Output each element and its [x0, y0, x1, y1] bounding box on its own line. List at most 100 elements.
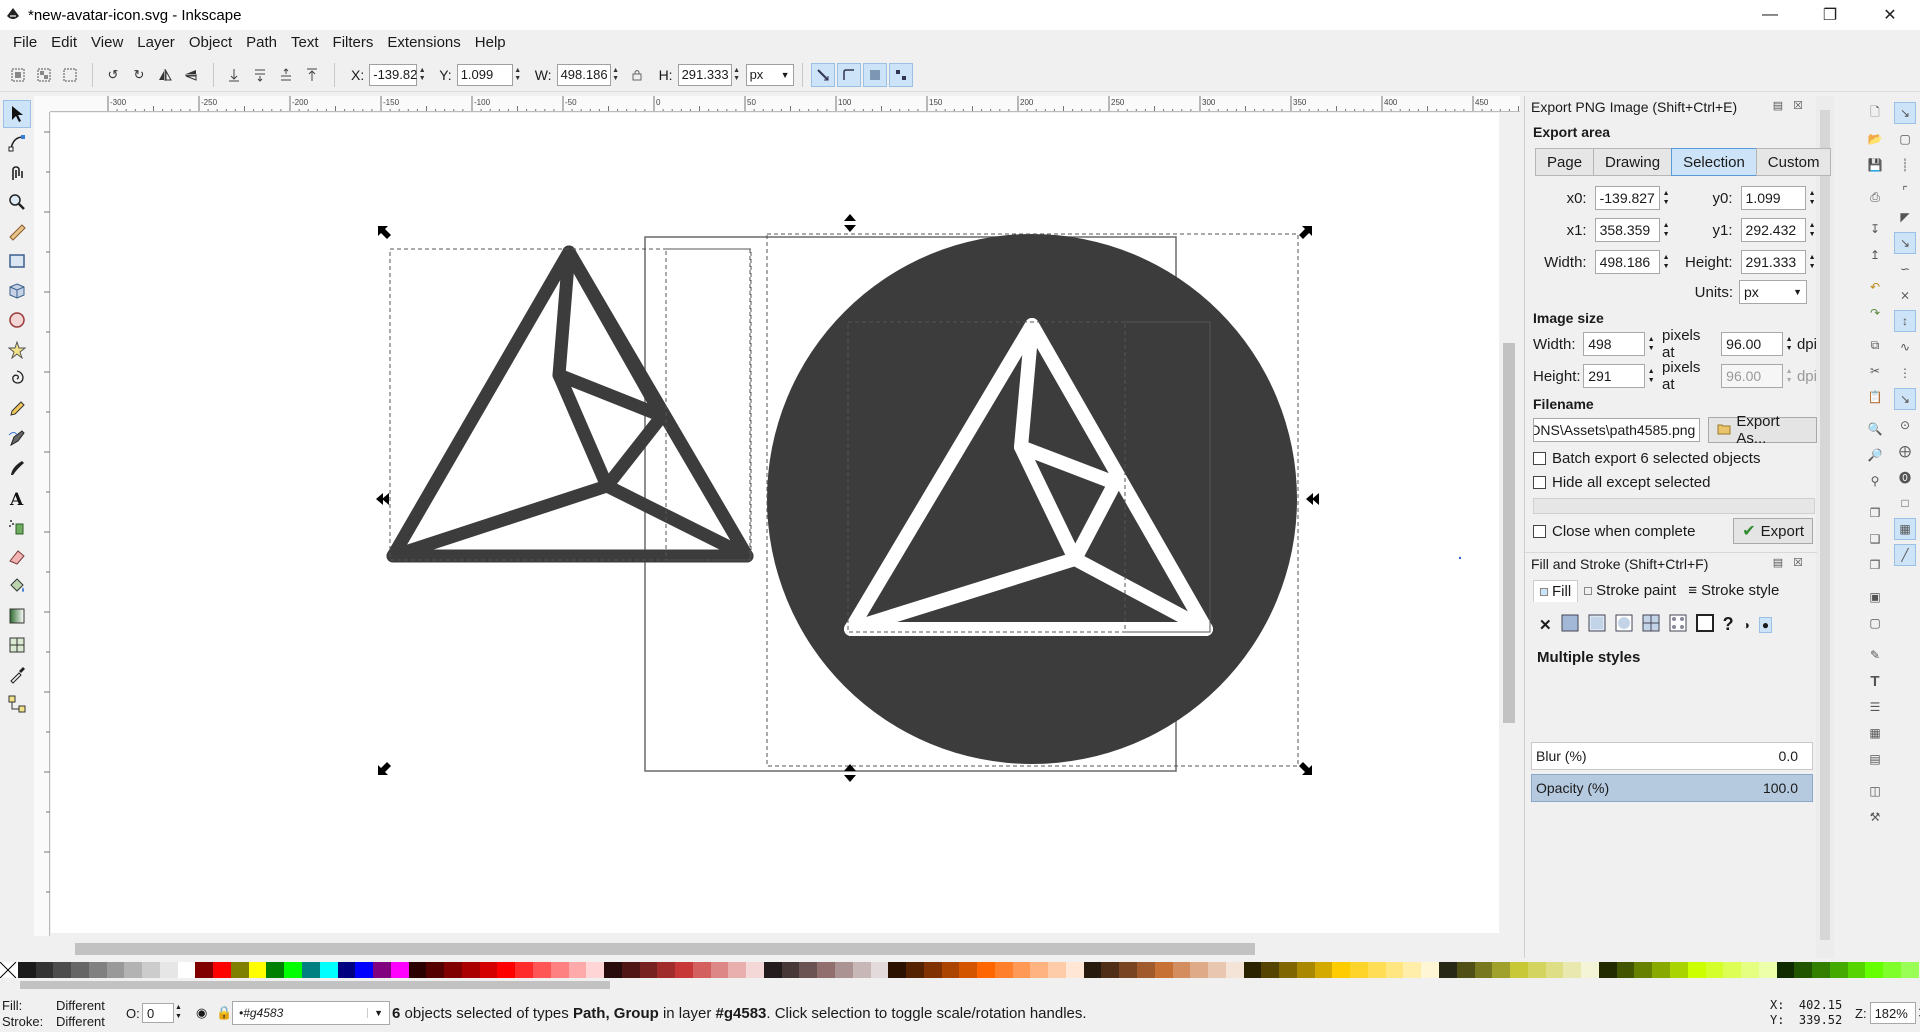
zoom-tool-icon[interactable] — [3, 189, 31, 217]
palette-swatch[interactable] — [1225, 962, 1244, 978]
mesh-gradient-icon[interactable] — [1642, 614, 1660, 635]
unit-select[interactable]: px ▼ — [745, 63, 794, 86]
palette-swatch[interactable] — [124, 962, 143, 978]
new-document-icon[interactable]: 🗋 — [1864, 102, 1886, 124]
palette-swatch[interactable] — [1421, 962, 1440, 978]
palette-swatch[interactable] — [1261, 962, 1280, 978]
snap-bbox-edge-icon[interactable]: ┊ — [1894, 154, 1916, 176]
palette-swatch[interactable] — [1794, 962, 1813, 978]
open-document-icon[interactable]: 📂 — [1864, 128, 1886, 150]
iconify-icon[interactable]: ▤ — [1773, 99, 1783, 112]
copy-icon[interactable]: ⧉ — [1864, 334, 1886, 356]
palette-swatch[interactable] — [266, 962, 285, 978]
x-spinner[interactable]: ▲ ▼ — [417, 64, 427, 86]
palette-swatch[interactable] — [923, 962, 942, 978]
calligraphy-tool-icon[interactable] — [3, 454, 31, 482]
flip-horizontal-icon[interactable] — [153, 63, 177, 87]
palette-swatch[interactable] — [177, 962, 196, 978]
vertical-scrollbar[interactable] — [1499, 113, 1519, 933]
opacity-slider[interactable]: Opacity (%) 100.0 — [1531, 774, 1813, 802]
palette-swatch[interactable] — [1616, 962, 1635, 978]
clone-icon[interactable]: ❑ — [1864, 528, 1886, 550]
tab-fill[interactable]: Fill — [1533, 580, 1579, 602]
zoom-field[interactable]: 182% — [1869, 1002, 1916, 1024]
palette-swatch[interactable] — [1492, 962, 1511, 978]
palette-swatch[interactable] — [568, 962, 587, 978]
export-as-button[interactable]: Export As... — [1708, 413, 1817, 447]
palette-swatch[interactable] — [1776, 962, 1795, 978]
print-icon[interactable]: ⎙ — [1864, 186, 1886, 208]
area-page-button[interactable]: Page — [1535, 148, 1595, 176]
palette-swatch[interactable] — [1101, 962, 1120, 978]
snap-grid-icon[interactable]: ▦ — [1894, 518, 1916, 540]
palette-swatch[interactable] — [88, 962, 107, 978]
area-width-spinner[interactable]: ▲ ▼ — [1661, 253, 1671, 271]
y0-field[interactable]: 1.099 — [1740, 186, 1807, 210]
cut-icon[interactable]: ✂ — [1864, 360, 1886, 382]
opacity-status-spinner[interactable]: ▲ ▼ — [175, 1003, 182, 1021]
menu-text[interactable]: Text — [284, 34, 326, 51]
palette-swatch[interactable] — [550, 962, 569, 978]
minimize-button[interactable]: — — [1740, 0, 1800, 30]
close-panel-icon[interactable]: ☒ — [1793, 556, 1803, 569]
palette-swatch[interactable] — [17, 962, 36, 978]
palette-swatch[interactable] — [497, 962, 516, 978]
palette-swatch[interactable] — [1900, 962, 1919, 978]
palette-swatch[interactable] — [941, 962, 960, 978]
snap-path-icon[interactable]: ∽ — [1894, 258, 1916, 280]
palette-swatch[interactable] — [1634, 962, 1653, 978]
palette-swatch[interactable] — [444, 962, 462, 978]
palette-swatch[interactable] — [1545, 962, 1564, 978]
menu-edit[interactable]: Edit — [44, 34, 84, 51]
scale-stroke-icon[interactable] — [810, 62, 835, 87]
stroke-indicator-value[interactable]: Different — [56, 1014, 105, 1029]
eraser-tool-icon[interactable] — [3, 543, 31, 571]
align-dialog-icon[interactable]: ▤ — [1864, 748, 1886, 770]
duplicate-icon[interactable]: ❐ — [1864, 502, 1886, 524]
palette-swatch[interactable] — [799, 962, 818, 978]
rotate-cw-icon[interactable]: ↻ — [127, 63, 151, 87]
menu-extensions[interactable]: Extensions — [380, 34, 467, 51]
palette-swatch[interactable] — [319, 962, 338, 978]
flip-vertical-icon[interactable] — [179, 63, 203, 87]
menu-help[interactable]: Help — [468, 34, 513, 51]
palette-swatch[interactable] — [1385, 962, 1404, 978]
no-color-swatch[interactable] — [0, 961, 18, 979]
layers-dialog-icon[interactable]: ☰ — [1864, 696, 1886, 718]
fill-stroke-dialog-icon[interactable]: ✎ — [1864, 644, 1886, 666]
snap-line-midpoint-icon[interactable]: ⋮ — [1894, 362, 1916, 384]
palette-swatch[interactable] — [1563, 962, 1582, 978]
drawing-canvas[interactable] — [51, 113, 1499, 933]
export-icon[interactable]: ↥ — [1864, 244, 1886, 266]
dropper-tool-icon[interactable] — [3, 661, 31, 689]
palette-swatch[interactable] — [142, 962, 160, 978]
snap-others-icon[interactable]: ↘ — [1894, 388, 1916, 410]
tab-stroke-style[interactable]: ≡ Stroke style — [1682, 580, 1785, 602]
close-button[interactable]: ✕ — [1860, 0, 1920, 30]
menu-path[interactable]: Path — [239, 34, 284, 51]
fill-rule-nonzero-icon[interactable]: ● — [1758, 616, 1773, 633]
palette-swatch[interactable] — [817, 962, 835, 978]
palette-swatch[interactable] — [1350, 962, 1368, 978]
paint-bucket-tool-icon[interactable] — [3, 572, 31, 600]
palette-swatch[interactable] — [337, 962, 356, 978]
node-tool-icon[interactable] — [3, 130, 31, 158]
palette-swatch[interactable] — [248, 962, 267, 978]
pencil-tool-icon[interactable] — [3, 395, 31, 423]
transform-gradients-icon[interactable] — [862, 62, 887, 87]
horizontal-scrollbar[interactable] — [51, 938, 1499, 958]
y-field[interactable]: 1.099 — [456, 63, 513, 86]
width-field[interactable]: 498.186 — [556, 63, 611, 86]
snap-bbox-icon[interactable]: ▢ — [1894, 128, 1916, 150]
palette-swatch[interactable] — [1510, 962, 1528, 978]
palette-swatch[interactable] — [479, 962, 498, 978]
palette-swatch[interactable] — [159, 962, 178, 978]
palette-swatch[interactable] — [1812, 962, 1830, 978]
palette-swatch[interactable] — [746, 962, 764, 978]
palette-swatch[interactable] — [1154, 962, 1173, 978]
palette-swatch[interactable] — [35, 962, 54, 978]
blur-slider[interactable]: Blur (%) 0.0 — [1531, 742, 1813, 770]
raise-icon[interactable] — [274, 63, 298, 87]
palette-swatch[interactable] — [1012, 962, 1031, 978]
close-when-complete-checkbox[interactable] — [1533, 524, 1546, 538]
